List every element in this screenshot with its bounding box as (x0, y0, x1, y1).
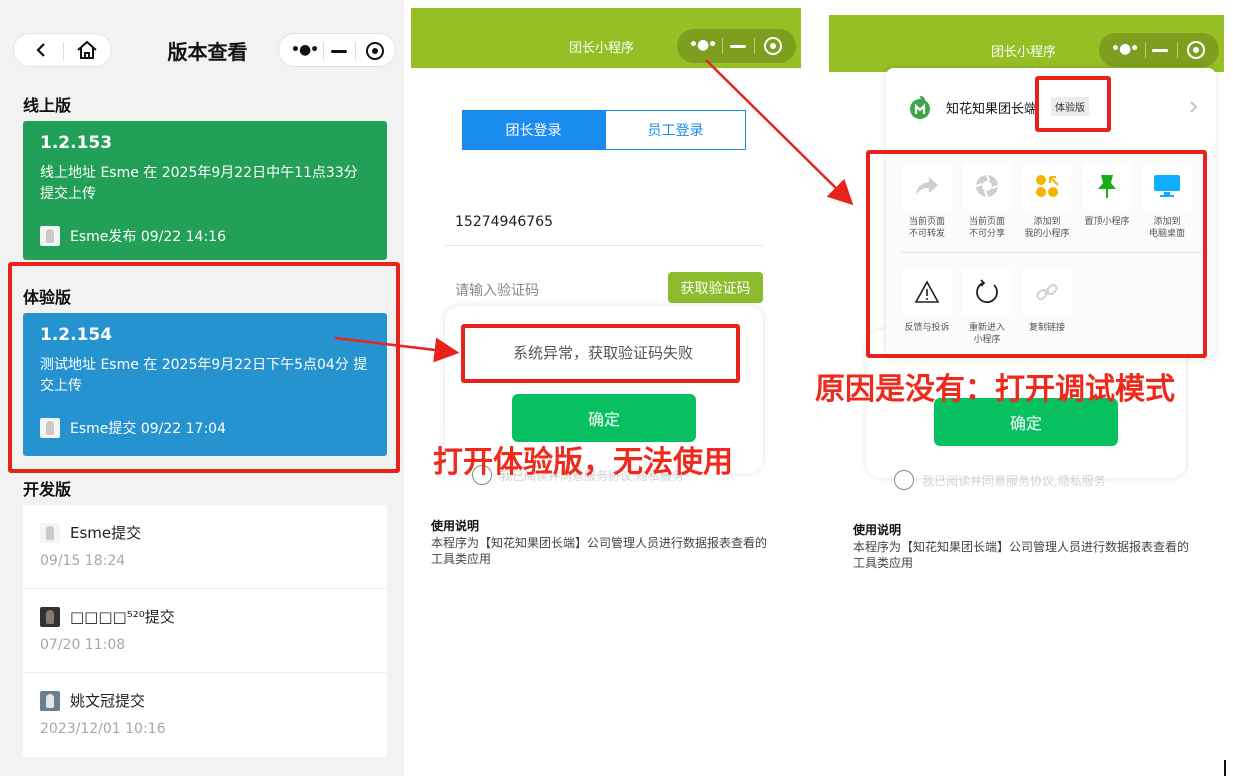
annotation-trial-unusable: 打开体验版，无法使用 (433, 445, 733, 480)
annotation-debug-mode: 原因是没有：打开调试模式 (815, 372, 1175, 407)
arrow-to-menu (705, 59, 854, 206)
arrow-to-error (334, 336, 460, 363)
divider (1224, 760, 1226, 776)
